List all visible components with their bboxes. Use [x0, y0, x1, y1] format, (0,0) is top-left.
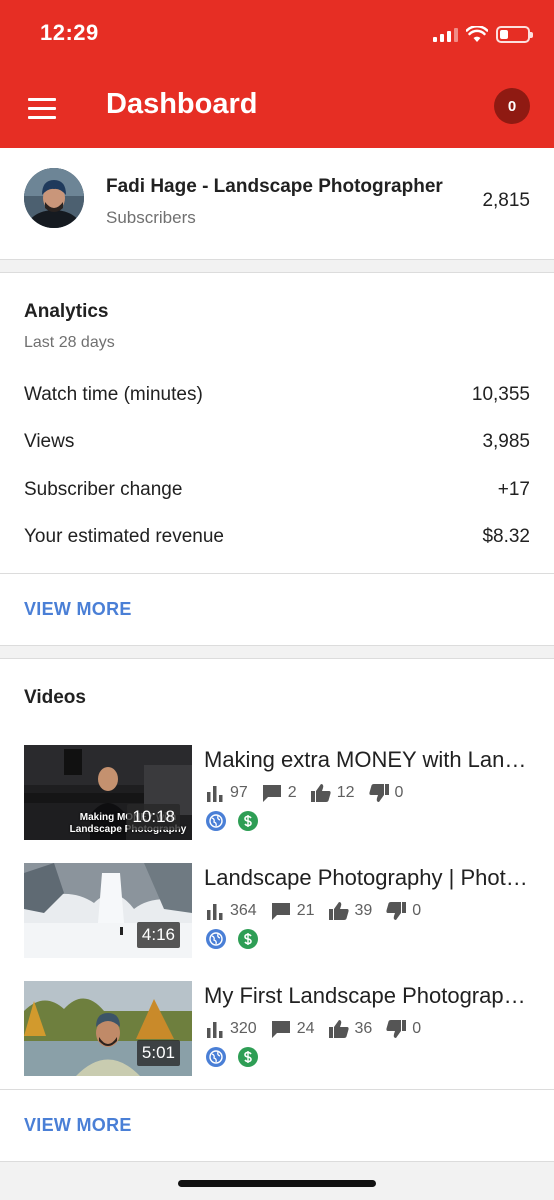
- thumb-up-icon: [310, 784, 331, 802]
- globe-icon: [206, 929, 226, 949]
- notification-badge[interactable]: 0: [494, 88, 530, 124]
- divider: [0, 573, 554, 574]
- metric-subscriber-change[interactable]: Subscriber change +17: [24, 476, 530, 504]
- metric-value: $8.32: [482, 526, 530, 547]
- metric-label: Your estimated revenue: [24, 526, 224, 547]
- metric-value: +17: [497, 479, 530, 500]
- page-title: Dashboard: [106, 88, 258, 120]
- video-item[interactable]: 4:16 Landscape Photography | Photographi…: [24, 863, 554, 959]
- metric-views[interactable]: Views 3,985: [24, 428, 530, 456]
- metric-watch-time[interactable]: Watch time (minutes) 10,355: [24, 381, 530, 409]
- video-thumbnail: Making MONEY with Landscape Photography …: [24, 745, 192, 840]
- video-stats: 97 2 12 0: [206, 781, 417, 805]
- thumb-down-icon: [386, 902, 407, 920]
- video-title: My First Landscape Photography Video: [204, 983, 530, 1008]
- video-dislikes: 0: [412, 1020, 422, 1037]
- channel-card[interactable]: Fadi Hage - Landscape Photographer Subsc…: [0, 148, 554, 260]
- status-time: 12:29: [40, 20, 99, 45]
- metric-value: 10,355: [471, 384, 530, 405]
- bar-chart-icon: [207, 786, 223, 802]
- status-icons: [433, 22, 533, 46]
- comment-icon: [271, 1021, 290, 1038]
- thumb-down-icon: [368, 784, 389, 802]
- cellular-signal-icon: [433, 26, 458, 42]
- video-badges: [206, 929, 258, 949]
- metric-label: Views: [24, 431, 75, 452]
- videos-title: Videos: [24, 687, 86, 708]
- battery-icon: [496, 25, 533, 43]
- avatar: [24, 168, 84, 228]
- channel-name: Fadi Hage - Landscape Photographer: [106, 176, 443, 197]
- analytics-view-more-button[interactable]: VIEW MORE: [24, 599, 132, 620]
- video-duration: 4:16: [136, 922, 180, 948]
- status-bar: 12:29: [0, 0, 554, 68]
- app-bar: 12:29 Dashboard 0: [0, 0, 554, 148]
- metric-value: 3,985: [482, 431, 530, 452]
- video-duration: 5:01: [136, 1040, 180, 1066]
- globe-icon: [206, 811, 226, 831]
- video-stats: 320 24 36 0: [206, 1017, 435, 1041]
- menu-icon[interactable]: [22, 92, 62, 124]
- metric-estimated-revenue[interactable]: Your estimated revenue $8.32: [24, 523, 530, 551]
- analytics-title: Analytics: [24, 301, 109, 322]
- toolbar: Dashboard 0: [0, 68, 554, 148]
- videos-card: Videos Making MONEY with Landscape Photo…: [0, 658, 554, 1162]
- video-comments: 21: [296, 902, 315, 919]
- analytics-period: Last 28 days: [24, 334, 115, 351]
- video-title: Landscape Photography | Photographing a …: [204, 865, 530, 890]
- video-likes: 39: [354, 902, 373, 919]
- thumb-up-icon: [328, 902, 349, 920]
- wifi-icon: [466, 25, 488, 42]
- video-duration: 10:18: [127, 804, 180, 830]
- video-comments: 2: [287, 784, 297, 801]
- video-dislikes: 0: [394, 784, 404, 801]
- subscribers-count: 2,815: [482, 190, 530, 211]
- subscribers-label: Subscribers: [106, 208, 196, 227]
- home-indicator[interactable]: [178, 1180, 376, 1187]
- video-views: 320: [230, 1020, 257, 1037]
- video-likes: 36: [354, 1020, 373, 1037]
- video-views: 364: [230, 902, 257, 919]
- divider: [0, 1089, 554, 1090]
- thumb-up-icon: [328, 1020, 349, 1038]
- videos-view-more-button[interactable]: VIEW MORE: [24, 1115, 132, 1136]
- comment-icon: [271, 903, 290, 920]
- video-badges: [206, 811, 258, 831]
- video-stats: 364 21 39 0: [206, 899, 435, 923]
- analytics-card: Analytics Last 28 days Watch time (minut…: [0, 272, 554, 646]
- globe-icon: [206, 1047, 226, 1067]
- video-title: Making extra MONEY with Landscape Photog…: [204, 747, 530, 772]
- thumb-down-icon: [386, 1020, 407, 1038]
- bar-chart-icon: [207, 1022, 223, 1038]
- bar-chart-icon: [207, 904, 223, 920]
- video-views: 97: [230, 784, 248, 801]
- video-comments: 24: [296, 1020, 315, 1037]
- video-item[interactable]: 5:01 My First Landscape Photography Vide…: [24, 981, 554, 1077]
- metric-label: Subscriber change: [24, 479, 183, 500]
- video-dislikes: 0: [412, 902, 422, 919]
- dollar-icon: [238, 1047, 258, 1067]
- dollar-icon: [238, 811, 258, 831]
- video-likes: 12: [336, 784, 355, 801]
- video-badges: [206, 1047, 258, 1067]
- metric-label: Watch time (minutes): [24, 384, 203, 405]
- video-thumbnail: 4:16: [24, 863, 192, 958]
- video-thumbnail: 5:01: [24, 981, 192, 1076]
- comment-icon: [262, 785, 281, 802]
- video-item[interactable]: Making MONEY with Landscape Photography …: [24, 745, 554, 841]
- dollar-icon: [238, 929, 258, 949]
